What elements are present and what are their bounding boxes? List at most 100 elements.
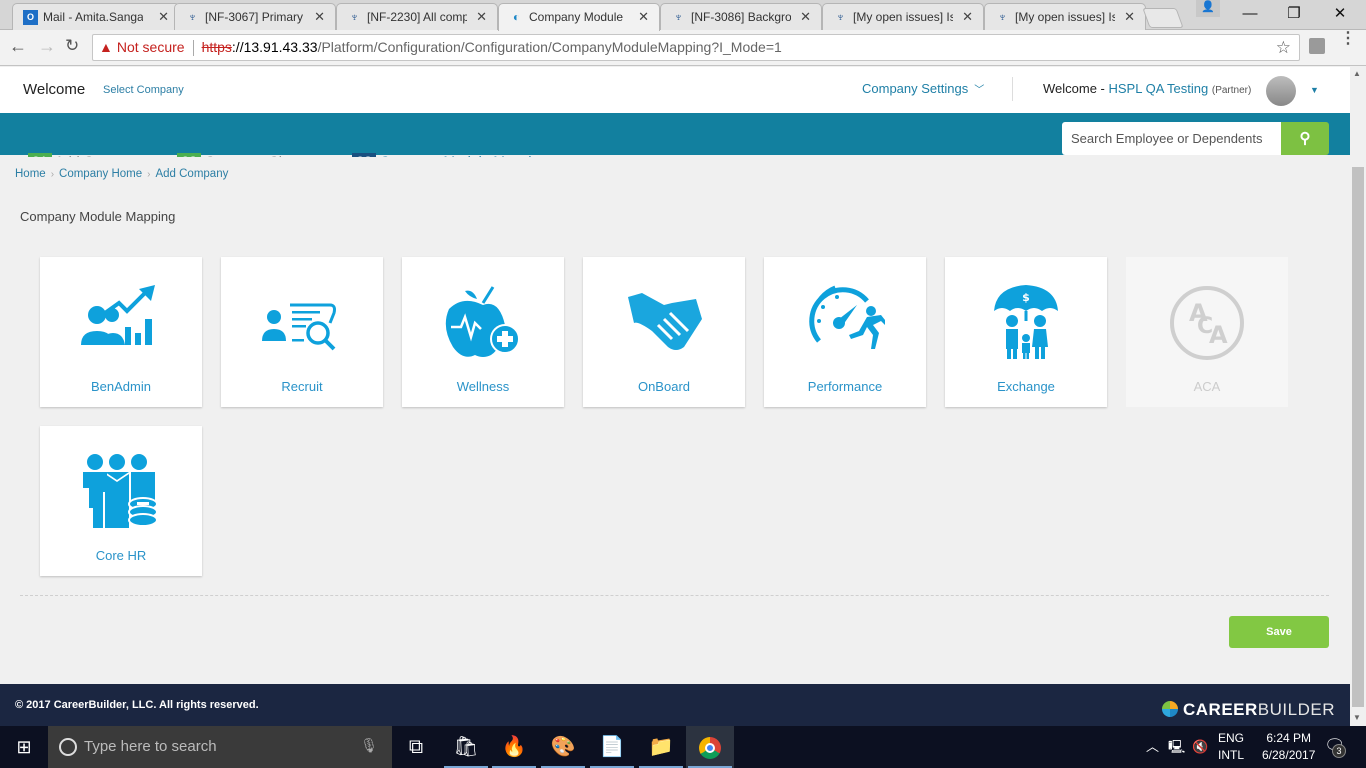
- performance-speedometer-icon: [809, 285, 885, 349]
- windows-start-icon[interactable]: ⊞: [0, 726, 48, 768]
- svg-text:$: $: [1022, 291, 1030, 304]
- module-card-performance[interactable]: Performance: [764, 257, 926, 407]
- close-tab-icon[interactable]: ✕: [800, 9, 811, 25]
- svg-text:A: A: [1209, 321, 1228, 349]
- close-window-button[interactable]: ✕: [1318, 2, 1362, 26]
- page: Welcome Select Company Company Settings ﹀…: [0, 67, 1350, 726]
- copyright-text: © 2017 CareerBuilder, LLC. All rights re…: [15, 699, 259, 711]
- step-item[interactable]: 03 Company Module Mapping: [352, 153, 547, 157]
- careerbuilder-logo: CAREERBUILDER: [1162, 700, 1335, 720]
- scroll-up-icon[interactable]: ▲: [1353, 69, 1361, 78]
- browser-tab-active[interactable]: ◐ Company Module ✕: [498, 3, 660, 31]
- careerbuilder-mark-icon: [1162, 701, 1178, 717]
- store-icon[interactable]: 🛍: [442, 726, 490, 768]
- network-icon[interactable]: 🖳: [1168, 726, 1185, 768]
- paint-icon[interactable]: 🎨: [539, 726, 587, 768]
- caret-down-icon[interactable]: ▼: [1310, 85, 1319, 95]
- module-card-recruit[interactable]: Recruit: [221, 257, 383, 407]
- close-tab-icon[interactable]: ✕: [314, 9, 325, 25]
- task-view-icon[interactable]: ⧉: [392, 726, 440, 768]
- browser-tab[interactable]: O Mail - Amita.Sanga ✕: [12, 3, 180, 30]
- extension-icon[interactable]: [1309, 38, 1325, 54]
- scrollbar-thumb[interactable]: [1352, 167, 1364, 707]
- cortana-icon: [59, 738, 77, 756]
- minimize-button[interactable]: —: [1228, 2, 1272, 26]
- welcome-text: Welcome: [23, 81, 86, 98]
- recruit-search-icon: [262, 303, 336, 351]
- microphone-icon[interactable]: 🎙: [360, 737, 378, 754]
- jira-icon: ♆: [836, 10, 845, 24]
- reload-icon[interactable]: ↻: [65, 36, 79, 56]
- module-card-exchange[interactable]: $ Exchange: [945, 257, 1107, 407]
- module-card-core-hr[interactable]: Core HR: [40, 426, 202, 576]
- system-clock[interactable]: 6:24 PM 6/28/2017: [1262, 730, 1315, 764]
- back-icon[interactable]: ←: [9, 36, 27, 57]
- corehr-people-coins-icon: [83, 454, 158, 528]
- top-nav: Welcome Select Company Company Settings ﹀…: [0, 67, 1350, 113]
- module-card-aca[interactable]: A C A ACA: [1126, 257, 1288, 407]
- step-item[interactable]: 01 Add Company: [28, 153, 143, 157]
- close-tab-icon[interactable]: ✕: [476, 9, 487, 25]
- close-tab-icon[interactable]: ✕: [962, 9, 973, 25]
- restore-button[interactable]: ❐: [1272, 2, 1316, 26]
- close-tab-icon[interactable]: ✕: [1124, 9, 1135, 25]
- wizard-steps: 01 Add Company 02 Company Classes 03 Com…: [28, 153, 628, 157]
- breadcrumb-home[interactable]: Home: [15, 168, 46, 180]
- forward-icon[interactable]: →: [38, 36, 56, 57]
- aca-badge-icon: A C A: [1170, 286, 1244, 360]
- save-button[interactable]: Save: [1229, 616, 1329, 648]
- outlook-icon: O: [23, 10, 38, 25]
- browser-tab[interactable]: ♆ [NF-3067] Primary ✕: [174, 3, 336, 30]
- divider: [20, 595, 1329, 596]
- browser-tab[interactable]: ♆ [NF-3086] Backgro ✕: [660, 3, 822, 30]
- search-icon: ⚲: [1299, 130, 1311, 147]
- handshake-icon: [625, 293, 702, 350]
- select-company-link[interactable]: Select Company: [103, 84, 184, 96]
- employee-search-input[interactable]: Search Employee or Dependents: [1062, 122, 1281, 155]
- chrome-icon[interactable]: [686, 726, 734, 768]
- browser-profile-icon[interactable]: 👤: [1196, 0, 1220, 17]
- address-bar: ← → ↻ ▲ Not secure https://13.91.43.33/Pla…: [0, 30, 1366, 66]
- browser-tab-bar: O Mail - Amita.Sanga ✕ ♆ [NF-3067] Prima…: [0, 0, 1366, 31]
- breadcrumb-company-home[interactable]: Company Home: [59, 168, 142, 180]
- jira-icon: ♆: [188, 10, 197, 24]
- avatar[interactable]: [1266, 76, 1296, 106]
- action-center-icon[interactable]: 🗨3: [1324, 736, 1346, 758]
- scroll-down-icon[interactable]: ▼: [1353, 713, 1361, 722]
- step-item[interactable]: 02 Company Classes: [177, 153, 318, 157]
- file-explorer-icon[interactable]: 📁: [637, 726, 685, 768]
- close-tab-icon[interactable]: ✕: [638, 9, 649, 25]
- search-button[interactable]: ⚲: [1281, 122, 1329, 155]
- browser-tab[interactable]: ♆ [My open issues] Is ✕: [984, 3, 1146, 30]
- jira-icon: ♆: [674, 10, 683, 24]
- language-indicator[interactable]: ENG INTL: [1218, 730, 1244, 764]
- browser-tab[interactable]: ♆ [My open issues] Is ✕: [822, 3, 984, 30]
- breadcrumb-add-company[interactable]: Add Company: [155, 168, 228, 180]
- browser-menu-icon[interactable]: ⋮: [1340, 31, 1356, 47]
- taskbar-search-input[interactable]: Type here to search 🎙: [48, 726, 392, 768]
- notification-badge: 3: [1332, 744, 1346, 758]
- user-welcome: Welcome - HSPL QA Testing (Partner): [1043, 81, 1252, 96]
- chevron-down-icon: ﹀: [974, 85, 985, 96]
- volume-muted-icon[interactable]: 🔇: [1192, 726, 1208, 768]
- browser-tab[interactable]: ♆ [NF-2230] All comp ✕: [336, 3, 498, 30]
- exchange-umbrella-family-icon: $: [994, 285, 1058, 359]
- show-hidden-icons[interactable]: ︿: [1146, 726, 1159, 768]
- close-tab-icon[interactable]: ✕: [158, 9, 169, 25]
- module-card-benadmin[interactable]: BenAdmin: [40, 257, 202, 407]
- footer: © 2017 CareerBuilder, LLC. All rights re…: [0, 684, 1350, 726]
- module-card-wellness[interactable]: Wellness: [402, 257, 564, 407]
- warning-icon: ▲: [99, 39, 113, 55]
- company-settings-menu[interactable]: Company Settings ﹀: [862, 81, 984, 96]
- url-input[interactable]: ▲ Not secure https://13.91.43.33/Platform/…: [92, 34, 1300, 61]
- jira-icon: ♆: [998, 10, 1007, 24]
- new-tab-button[interactable]: [1142, 8, 1184, 28]
- bookmark-star-icon[interactable]: ☆: [1276, 35, 1291, 60]
- flame-app-icon[interactable]: 🔥: [490, 726, 538, 768]
- document-app-icon[interactable]: 📄: [588, 726, 636, 768]
- benadmin-chart-icon: [81, 285, 155, 345]
- user-name[interactable]: HSPL QA Testing: [1109, 81, 1209, 96]
- page-scrollbar[interactable]: ▲ ▼: [1350, 67, 1366, 726]
- page-title: Company Module Mapping: [20, 209, 176, 224]
- module-card-onboard[interactable]: OnBoard: [583, 257, 745, 407]
